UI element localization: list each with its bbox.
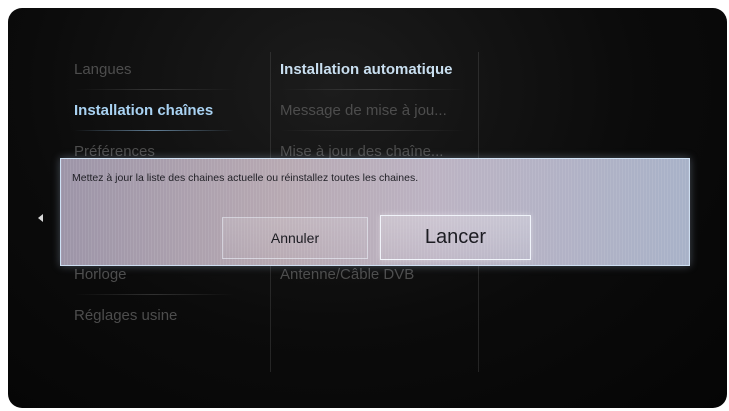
menu-item-horloge[interactable]: Horloge xyxy=(74,261,244,302)
submenu-item-label: Antenne/Câble DVB xyxy=(280,266,415,283)
submenu-item-label: Message de mise à jou... xyxy=(280,102,447,119)
menu-separator xyxy=(74,89,234,90)
menu-item-langues[interactable]: Langues xyxy=(74,56,244,97)
dialog-message: Mettez à jour la liste des chaines actue… xyxy=(72,172,419,184)
tv-screen: Langues Installation chaînes Préférences… xyxy=(8,8,727,408)
submenu-item-label: Installation automatique xyxy=(280,61,453,78)
menu-separator xyxy=(74,294,234,295)
confirm-dialog: Mettez à jour la liste des chaines actue… xyxy=(60,158,690,266)
submenu-item-installation-automatique[interactable]: Installation automatique xyxy=(280,56,475,97)
menu-item-reglages-usine[interactable]: Réglages usine xyxy=(74,302,244,343)
menu-item-installation-chaines[interactable]: Installation chaînes xyxy=(74,97,244,138)
menu-separator xyxy=(280,89,465,90)
start-button[interactable]: Lancer xyxy=(380,215,531,260)
chevron-left-icon[interactable] xyxy=(38,214,43,222)
submenu-item-antenne-cable[interactable]: Antenne/Câble DVB xyxy=(280,261,475,302)
submenu-item-message-mise-a-jour[interactable]: Message de mise à jou... xyxy=(280,97,475,138)
menu-item-label: Réglages usine xyxy=(74,307,178,324)
menu-item-label: Horloge xyxy=(74,266,127,283)
menu-item-label: Langues xyxy=(74,61,132,78)
menu-separator xyxy=(74,130,234,131)
cancel-button[interactable]: Annuler xyxy=(222,217,368,259)
menu-separator xyxy=(280,130,465,131)
menu-item-label: Installation chaînes xyxy=(74,102,214,119)
